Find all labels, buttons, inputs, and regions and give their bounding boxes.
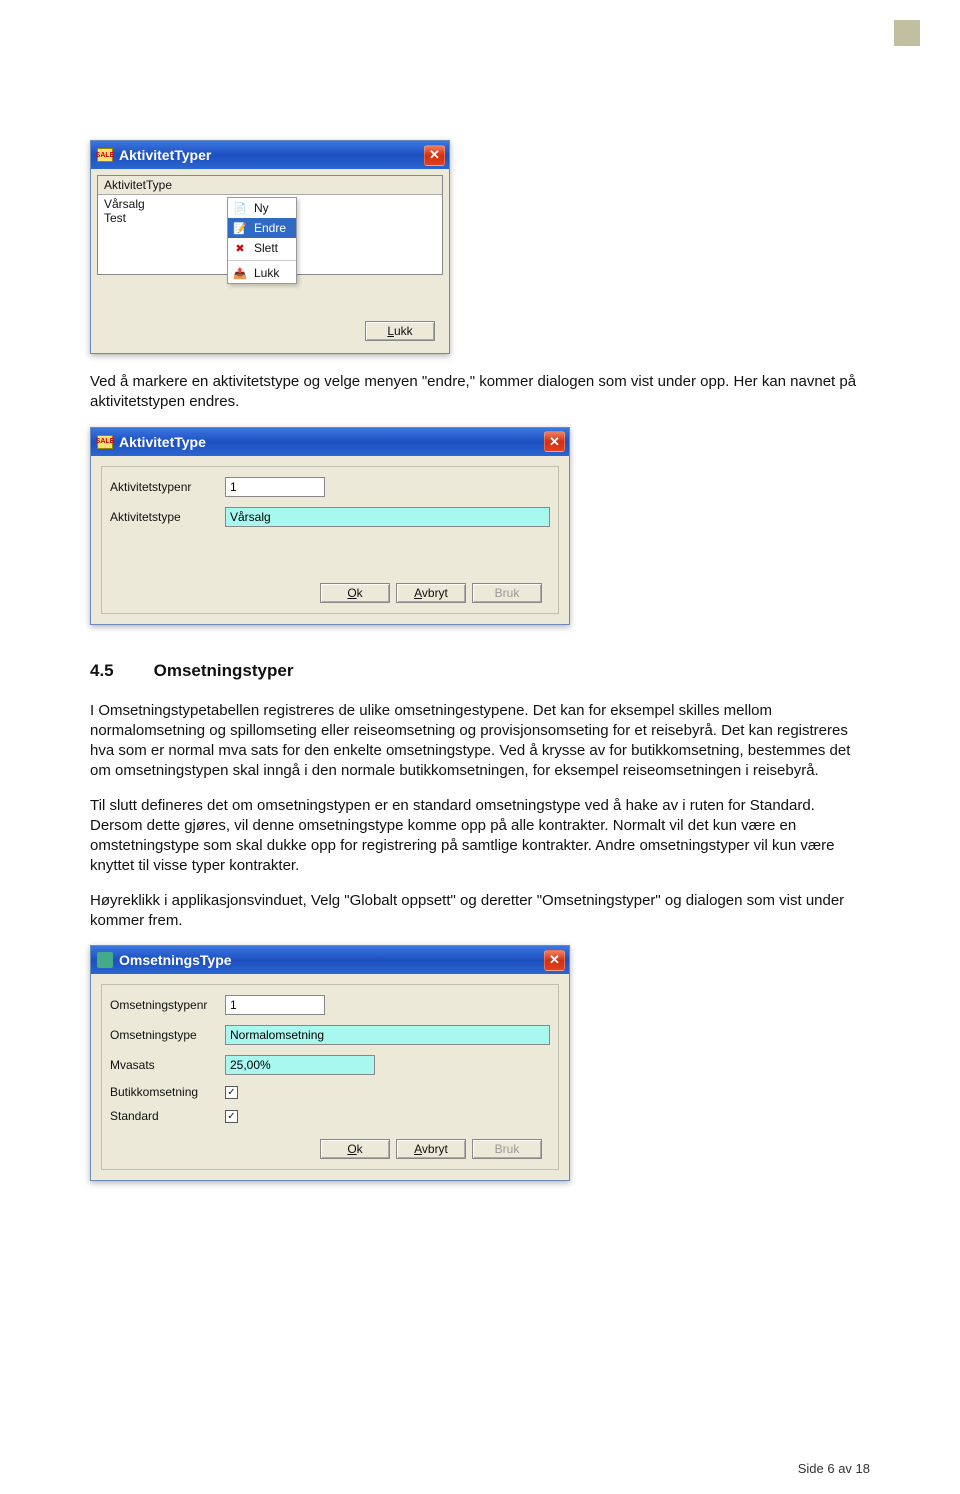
page-color-marker	[894, 20, 920, 46]
bruk-button: Bruk	[472, 1139, 542, 1159]
butikk-checkbox[interactable]: ✓	[225, 1086, 238, 1099]
ctx-endre[interactable]: 📝 Endre	[228, 218, 296, 238]
titlebar[interactable]: SALE AktivitetTyper ✕	[91, 141, 449, 169]
ctx-ny[interactable]: 📄 Ny	[228, 198, 296, 218]
page-footer: Side 6 av 18	[798, 1461, 870, 1476]
label-type: Omsetningstype	[110, 1028, 225, 1042]
section-heading: 4.5Omsetningstyper	[90, 661, 870, 681]
titlebar[interactable]: SALE AktivitetType ✕	[91, 428, 569, 456]
new-doc-icon: 📄	[232, 200, 248, 216]
standard-checkbox[interactable]: ✓	[225, 1110, 238, 1123]
type-input[interactable]	[225, 507, 550, 527]
paragraph: Ved å markere en aktivitetstype og velge…	[90, 372, 870, 413]
menu-separator	[228, 260, 296, 261]
exit-door-icon: 📤	[232, 265, 248, 281]
paragraph: Til slutt defineres det om omsetningstyp…	[90, 796, 870, 877]
type-input[interactable]	[225, 1025, 550, 1045]
titlebar[interactable]: OmsetningsType ✕	[91, 946, 569, 974]
label-type: Aktivitetstype	[110, 510, 225, 524]
delete-x-icon: ✖	[232, 240, 248, 256]
green-app-icon	[97, 952, 113, 968]
close-icon[interactable]: ✕	[544, 431, 565, 452]
bruk-button: Bruk	[472, 583, 542, 603]
window-title: AktivitetType	[119, 434, 206, 450]
label-mva: Mvasats	[110, 1058, 225, 1072]
close-icon[interactable]: ✕	[424, 145, 445, 166]
aktivitet-type-edit-dialog: SALE AktivitetType ✕ Aktivitetstypenr Ak…	[90, 427, 570, 625]
label-typenr: Omsetningstypenr	[110, 998, 225, 1012]
list-column-header: AktivitetType	[98, 176, 442, 195]
label-butikk: Butikkomsetning	[110, 1085, 225, 1099]
ok-button[interactable]: Ok	[320, 583, 390, 603]
lukk-button[interactable]: Lukk	[365, 321, 435, 341]
paragraph: Høyreklikk i applikasjonsvinduet, Velg "…	[90, 891, 870, 932]
window-title: OmsetningsType	[119, 952, 232, 968]
sale-app-icon: SALE	[97, 148, 113, 162]
context-menu: 📄 Ny 📝 Endre ✖ Slett 📤 Lukk	[227, 197, 297, 284]
ctx-slett[interactable]: ✖ Slett	[228, 238, 296, 258]
mva-input[interactable]	[225, 1055, 375, 1075]
aktivitet-typer-dialog: SALE AktivitetTyper ✕ AktivitetType Vårs…	[90, 140, 450, 354]
window-title: AktivitetTyper	[119, 147, 211, 163]
sale-app-icon: SALE	[97, 435, 113, 449]
close-icon[interactable]: ✕	[544, 950, 565, 971]
label-typenr: Aktivitetstypenr	[110, 480, 225, 494]
avbryt-button[interactable]: Avbryt	[396, 583, 466, 603]
avbryt-button[interactable]: Avbryt	[396, 1139, 466, 1159]
edit-icon: 📝	[232, 220, 248, 236]
typenr-input[interactable]	[225, 995, 325, 1015]
typenr-input[interactable]	[225, 477, 325, 497]
ok-button[interactable]: Ok	[320, 1139, 390, 1159]
omsetningstype-dialog: OmsetningsType ✕ Omsetningstypenr Omsetn…	[90, 945, 570, 1181]
label-standard: Standard	[110, 1109, 225, 1123]
paragraph: I Omsetningstypetabellen registreres de …	[90, 701, 870, 782]
ctx-lukk[interactable]: 📤 Lukk	[228, 263, 296, 283]
